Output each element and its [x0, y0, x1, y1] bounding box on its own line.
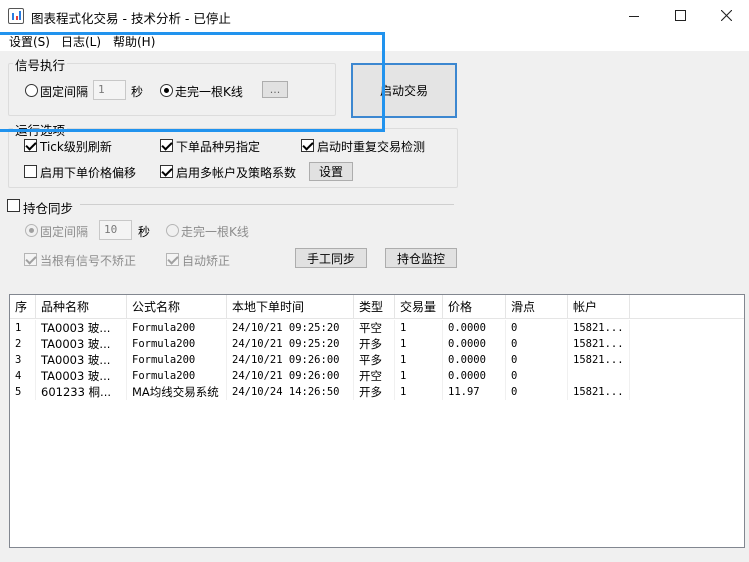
table-row[interactable]: 5 601233 桐... MA均线交易系统 24/10/24 14:26:50… [10, 384, 630, 400]
cell-formula: Formula200 [127, 320, 227, 336]
cell-price: 11.97 [443, 384, 506, 400]
maximize-icon [674, 10, 686, 21]
cell-slippage: 0 [506, 320, 568, 336]
cell-symbol: 601233 桐... [36, 384, 127, 400]
cell-type: 平多 [354, 352, 395, 368]
table-row[interactable]: 3 TA0003 玻... Formula200 24/10/21 09:26:… [10, 352, 630, 368]
col-account[interactable]: 帐户 [568, 295, 630, 319]
cell-formula: Formula200 [127, 352, 227, 368]
col-type[interactable]: 类型 [354, 295, 395, 319]
cell-account: 15821... [568, 336, 630, 352]
cell-order-time: 24/10/21 09:25:20 [227, 336, 354, 352]
cell-volume: 1 [395, 336, 443, 352]
cell-symbol: TA0003 玻... [36, 352, 127, 368]
sync-bar-complete-radio[interactable] [166, 224, 179, 237]
cell-account: 15821... [568, 352, 630, 368]
col-symbol[interactable]: 品种名称 [36, 295, 127, 319]
cell-type: 开多 [354, 336, 395, 352]
account-settings-button[interactable]: 设置 [309, 162, 353, 181]
sync-fixed-interval-label: 固定间隔 [40, 225, 89, 239]
manual-sync-button[interactable]: 手工同步 [295, 248, 367, 268]
cell-price: 0.0000 [443, 320, 506, 336]
col-order-time[interactable]: 本地下单时间 [227, 295, 354, 319]
cell-index: 3 [10, 352, 36, 368]
maximize-button[interactable] [657, 0, 703, 31]
cell-order-time: 24/10/24 14:26:50 [227, 384, 354, 400]
table-row[interactable]: 2 TA0003 玻... Formula200 24/10/21 09:25:… [10, 336, 630, 352]
cell-volume: 1 [395, 384, 443, 400]
price-offset-label: 启用下单价格偏移 [40, 166, 137, 180]
order-symbol-checkbox[interactable] [160, 139, 173, 152]
minimize-button[interactable] [611, 0, 657, 31]
price-offset-checkbox[interactable] [24, 165, 37, 178]
col-index[interactable]: 序 [10, 295, 36, 319]
table-row[interactable]: 1 TA0003 玻... Formula200 24/10/21 09:25:… [10, 320, 630, 336]
cell-price: 0.0000 [443, 352, 506, 368]
no-correct-label: 当根有信号不矫正 [40, 254, 137, 268]
position-monitor-button[interactable]: 持仓监控 [385, 248, 457, 268]
sync-interval-input[interactable]: 10 [99, 220, 132, 240]
cell-index: 1 [10, 320, 36, 336]
cell-symbol: TA0003 玻... [36, 336, 127, 352]
cell-account: 15821... [568, 320, 630, 336]
cell-slippage: 0 [506, 336, 568, 352]
no-correct-checkbox[interactable] [24, 253, 37, 266]
cell-order-time: 24/10/21 09:26:00 [227, 368, 354, 384]
col-price[interactable]: 价格 [443, 295, 506, 319]
cell-order-time: 24/10/21 09:25:20 [227, 320, 354, 336]
chart-app-icon [8, 8, 24, 24]
order-symbol-label: 下单品种另指定 [176, 140, 261, 154]
col-volume[interactable]: 交易量 [395, 295, 443, 319]
startup-check-checkbox[interactable] [301, 139, 314, 152]
col-slippage[interactable]: 滑点 [506, 295, 568, 319]
tick-refresh-checkbox[interactable] [24, 139, 37, 152]
multi-account-checkbox[interactable] [160, 165, 173, 178]
trade-table[interactable]: 序 品种名称 公式名称 本地下单时间 类型 交易量 价格 滑点 帐户 1 TA0… [9, 294, 745, 548]
cell-account [568, 368, 630, 384]
startup-check-label: 启动时重复交易检测 [317, 140, 426, 154]
window-title: 图表程式化交易 - 技术分析 - 已停止 [31, 11, 231, 26]
table-header: 序 品种名称 公式名称 本地下单时间 类型 交易量 价格 滑点 帐户 [10, 295, 744, 319]
cell-order-time: 24/10/21 09:26:00 [227, 352, 354, 368]
cell-slippage: 0 [506, 384, 568, 400]
cell-index: 4 [10, 368, 36, 384]
table-row[interactable]: 4 TA0003 玻... Formula200 24/10/21 09:26:… [10, 368, 630, 384]
position-sync-checkbox[interactable] [7, 199, 20, 212]
sync-bar-complete-label: 走完一根K线 [181, 225, 249, 239]
multi-account-label: 启用多帐户及策略系数 [176, 166, 297, 180]
cell-volume: 1 [395, 352, 443, 368]
auto-correct-checkbox[interactable] [166, 253, 179, 266]
cell-symbol: TA0003 玻... [36, 320, 127, 336]
cell-formula: Formula200 [127, 368, 227, 384]
cell-volume: 1 [395, 368, 443, 384]
col-formula[interactable]: 公式名称 [127, 295, 227, 319]
cell-index: 5 [10, 384, 36, 400]
close-button[interactable] [703, 0, 749, 31]
sync-fixed-interval-radio[interactable] [25, 224, 38, 237]
position-sync-divider [80, 204, 454, 205]
tick-refresh-label: Tick级别刷新 [40, 140, 112, 154]
position-sync-title: 持仓同步 [23, 201, 74, 216]
sync-seconds-label: 秒 [138, 225, 151, 239]
cell-slippage: 0 [506, 352, 568, 368]
auto-correct-label: 自动矫正 [182, 254, 231, 268]
minimize-icon [629, 15, 639, 17]
cell-formula: MA均线交易系统 [127, 384, 227, 400]
cell-price: 0.0000 [443, 336, 506, 352]
cell-slippage: 0 [506, 368, 568, 384]
cell-account: 15821... [568, 384, 630, 400]
cell-formula: Formula200 [127, 336, 227, 352]
close-icon [720, 10, 732, 21]
cell-type: 开空 [354, 368, 395, 384]
cell-symbol: TA0003 玻... [36, 368, 127, 384]
cell-volume: 1 [395, 320, 443, 336]
cell-price: 0.0000 [443, 368, 506, 384]
cell-index: 2 [10, 336, 36, 352]
cell-type: 开多 [354, 384, 395, 400]
cell-type: 平空 [354, 320, 395, 336]
highlight-rectangle [0, 32, 385, 132]
